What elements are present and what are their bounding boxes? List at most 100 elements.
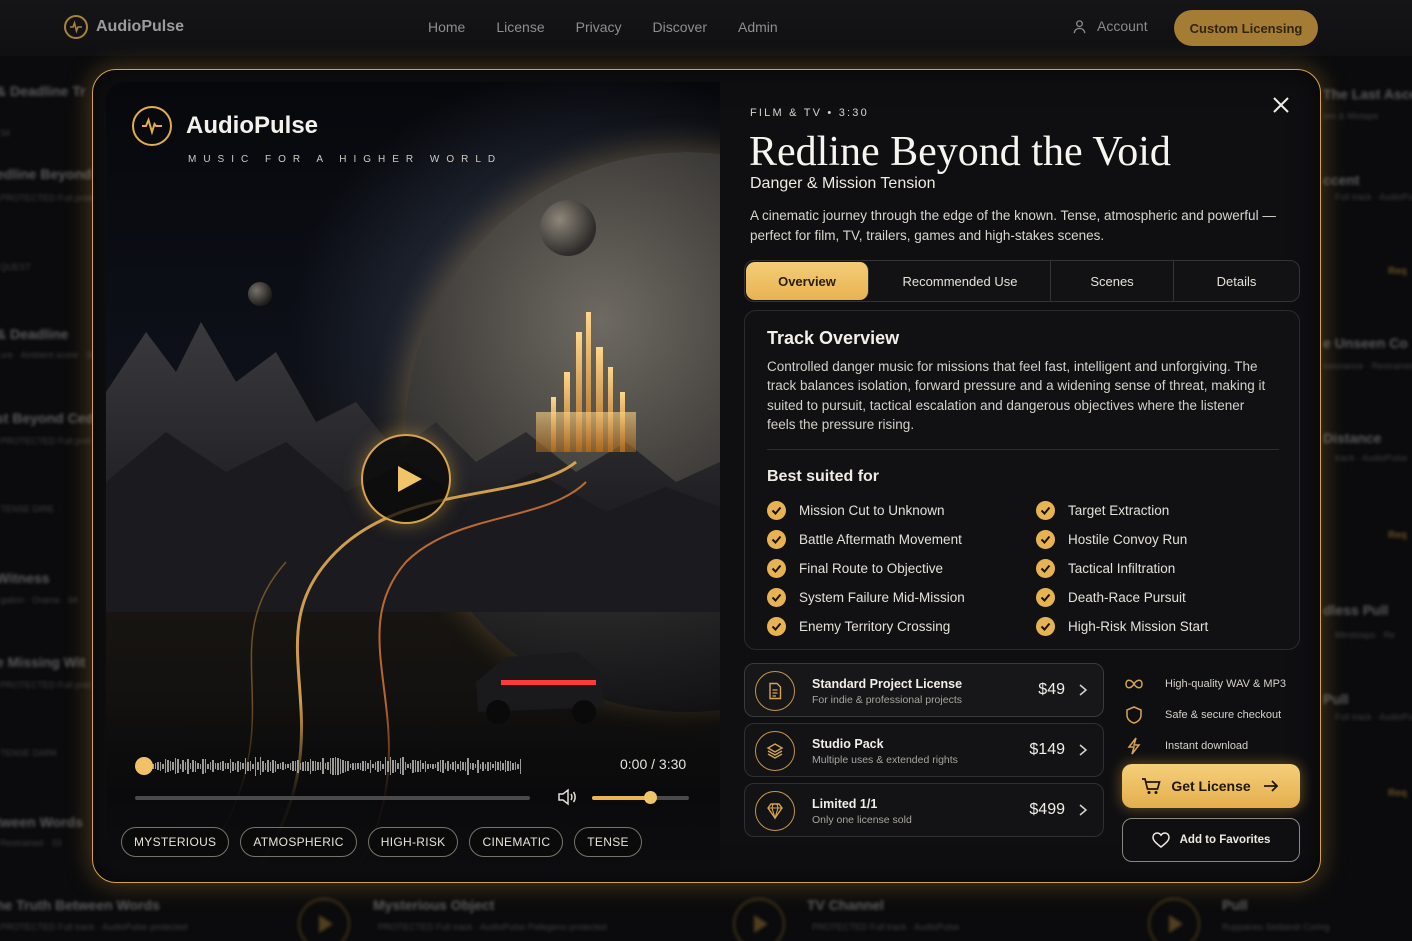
list-item-label: Mission Cut to Unknown xyxy=(799,503,945,518)
nav-link-home[interactable]: Home xyxy=(428,19,465,35)
list-item: Target Extraction xyxy=(1036,496,1208,525)
waveform-bar xyxy=(489,762,491,770)
waveform-bar xyxy=(182,760,184,772)
waveform-bar xyxy=(482,761,484,771)
waveform-bar xyxy=(262,760,264,772)
waveform-bar xyxy=(509,761,511,771)
play-button[interactable] xyxy=(361,434,451,524)
waveform-bar xyxy=(484,763,486,769)
waveform-bar xyxy=(339,758,341,774)
license-option-studio[interactable]: Studio Pack Multiple uses & extended rig… xyxy=(744,723,1104,777)
track-title: Redline Beyond the Void xyxy=(749,129,1171,175)
tab-overview[interactable]: Overview xyxy=(746,262,869,300)
waveform-bar xyxy=(394,760,396,772)
artwork-tagline: MUSIC FOR A HIGHER WORLD xyxy=(188,154,503,165)
license-option-limited[interactable]: Limited 1/1 Only one license sold $499 xyxy=(744,783,1104,837)
waveform-bar xyxy=(377,760,379,772)
waveform-bar xyxy=(457,763,459,769)
waveform-bar xyxy=(269,761,271,771)
waveform-bar xyxy=(382,763,384,769)
bg-card-title: ccent xyxy=(1323,172,1360,188)
waveform-bar xyxy=(302,761,304,771)
bg-card-title: Distance xyxy=(1323,430,1382,446)
waveform-bar xyxy=(287,764,289,768)
shield-icon xyxy=(1126,705,1142,724)
volume-icon[interactable] xyxy=(556,786,578,808)
list-item-label: Battle Aftermath Movement xyxy=(799,532,962,547)
chevron-right-icon xyxy=(1079,744,1088,756)
playhead-knob[interactable] xyxy=(135,757,153,775)
bg-card-title: Pull xyxy=(1323,691,1349,707)
bg-card-meta: PROTECTED Full prot xyxy=(0,436,91,446)
bg-card-meta: Mindslaps · Re xyxy=(1335,630,1396,640)
nav-link-discover[interactable]: Discover xyxy=(653,19,707,35)
waveform-bar xyxy=(519,758,521,774)
bg-card-title: Mysterious Object xyxy=(373,897,495,913)
waveform-bar xyxy=(224,763,226,769)
waveform-bar xyxy=(227,763,229,769)
waveform-bar xyxy=(402,757,404,775)
nav-brand[interactable]: AudioPulse xyxy=(64,15,184,39)
list-item-label: Enemy Territory Crossing xyxy=(799,619,951,634)
chevron-right-icon xyxy=(1079,804,1088,816)
waveform-bar xyxy=(512,762,514,770)
progress-bar[interactable] xyxy=(135,796,530,800)
bg-card-meta: QUEST xyxy=(0,262,32,272)
waveform-bar xyxy=(367,763,369,769)
purchase-perks: High-quality WAV & MP3 Safe & secure che… xyxy=(1123,668,1286,761)
get-license-button[interactable]: Get License xyxy=(1122,764,1300,808)
waveform-bar xyxy=(312,761,314,771)
volume-slider[interactable] xyxy=(592,791,689,804)
list-item-label: Death-Race Pursuit xyxy=(1068,590,1186,605)
nav-link-privacy[interactable]: Privacy xyxy=(576,19,622,35)
perk-item: Safe & secure checkout xyxy=(1123,699,1286,730)
waveform-bar xyxy=(427,763,429,769)
waveform-bar xyxy=(474,764,476,768)
tag-chip[interactable]: HIGH-RISK xyxy=(367,827,459,857)
waveform-bar xyxy=(472,762,474,770)
waveform-bar xyxy=(297,759,299,773)
check-icon xyxy=(1036,501,1055,520)
waveform-bar xyxy=(364,761,366,771)
waveform-bar xyxy=(317,762,319,770)
bg-card-meta: TENSE DARK xyxy=(0,748,58,758)
license-option-standard[interactable]: Standard Project License For indie & pro… xyxy=(744,663,1104,717)
waveform-bar xyxy=(314,761,316,771)
nav-link-license[interactable]: License xyxy=(496,19,544,35)
license-description: Multiple uses & extended rights xyxy=(812,754,958,766)
tag-chip[interactable]: TENSE xyxy=(574,827,642,857)
perk-item: High-quality WAV & MP3 xyxy=(1123,668,1286,699)
tab-recommended-use[interactable]: Recommended Use xyxy=(870,261,1051,301)
waveform-bar xyxy=(517,763,519,769)
waveform-logo-icon xyxy=(132,106,172,146)
waveform-bar xyxy=(254,756,256,776)
waveform-bar xyxy=(392,759,394,773)
nav-link-admin[interactable]: Admin xyxy=(738,19,778,35)
waveform-bar xyxy=(389,757,391,775)
waveform-bar xyxy=(249,761,251,771)
waveform-bar xyxy=(349,764,351,768)
waveform-bar xyxy=(214,763,216,769)
add-to-favorites-button[interactable]: Add to Favorites xyxy=(1122,818,1300,862)
list-item: Mission Cut to Unknown xyxy=(767,496,965,525)
account-label: Account xyxy=(1097,18,1148,34)
artwork-brand-name: AudioPulse xyxy=(186,112,319,139)
best-suited-list-right: Target Extraction Hostile Convoy Run Tac… xyxy=(1036,496,1208,641)
waveform-bar xyxy=(244,758,246,774)
waveform-bar xyxy=(282,762,284,770)
waveform-bar xyxy=(304,761,306,771)
bg-card-meta: ssionance · Restrained xyxy=(1323,361,1412,371)
tag-chip[interactable]: ATMOSPHERIC xyxy=(240,827,357,857)
tag-chip[interactable]: CINEMATIC xyxy=(469,827,564,857)
waveform-scrubber[interactable] xyxy=(147,754,603,778)
account-link[interactable]: Account xyxy=(1072,18,1148,34)
tag-chip[interactable]: MYSTERIOUS xyxy=(121,827,230,857)
tab-scenes[interactable]: Scenes xyxy=(1051,261,1174,301)
tab-details[interactable]: Details xyxy=(1174,261,1299,301)
custom-licensing-button[interactable]: Custom Licensing xyxy=(1174,10,1318,46)
waveform-bar xyxy=(372,764,374,768)
waveform-bar xyxy=(384,757,386,775)
close-button[interactable] xyxy=(1268,92,1294,118)
list-item: System Failure Mid-Mission xyxy=(767,583,965,612)
bg-card-title: TV Channel xyxy=(807,897,885,913)
